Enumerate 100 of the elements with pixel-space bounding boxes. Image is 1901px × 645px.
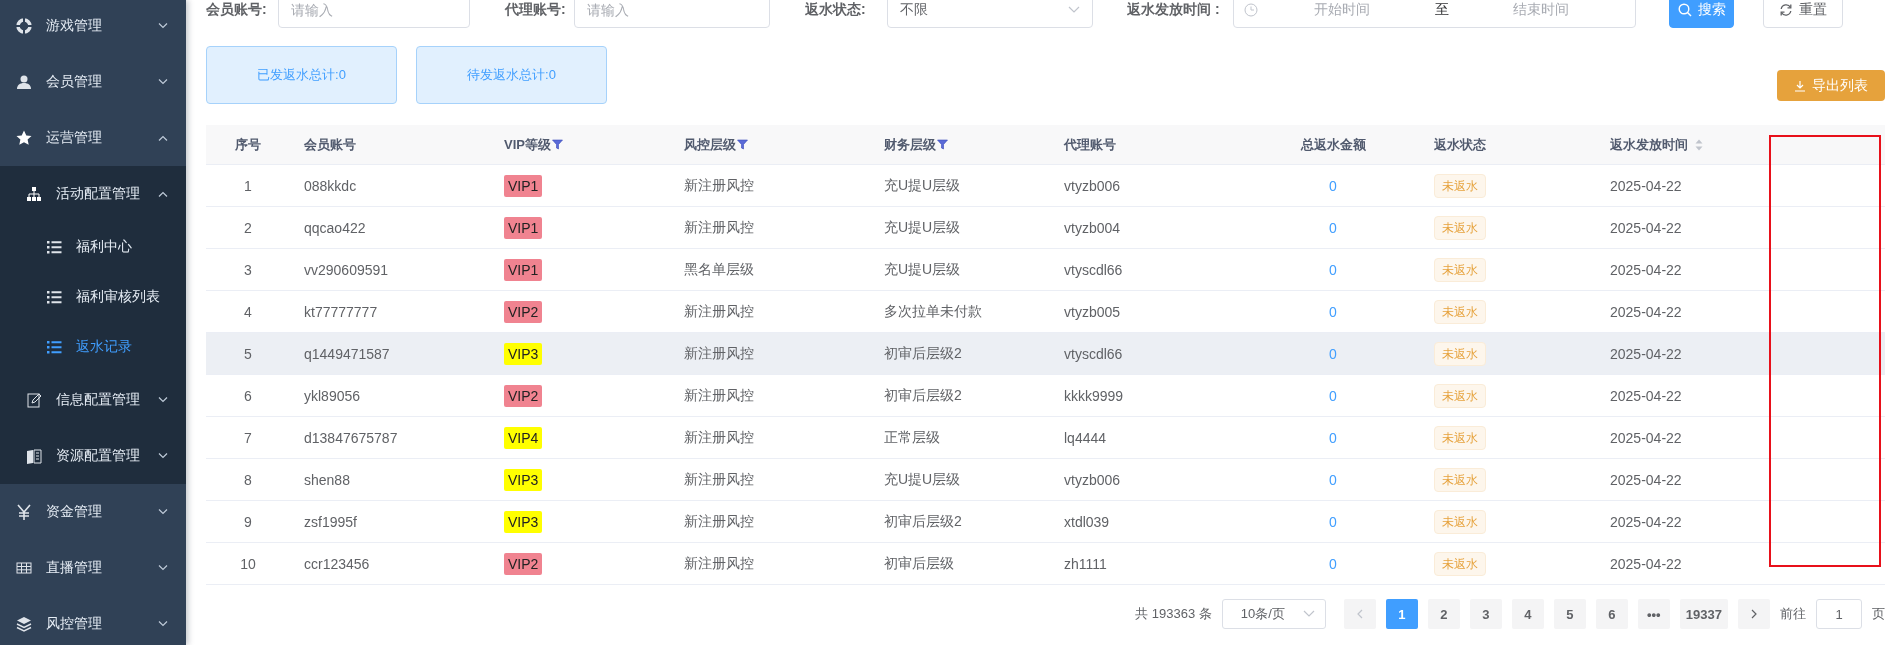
menu-item[interactable]: 信息配置管理 [0, 372, 186, 428]
table-cell-text: vtyscdl66 [1063, 345, 1124, 362]
status-tag: 未返水 [1434, 299, 1486, 324]
vip-tag: VIP2 [504, 552, 543, 575]
table-cell-text: 充U提U层级 [883, 260, 962, 279]
goto-label: 前往 [1780, 605, 1806, 623]
amount-link[interactable]: 0 [1329, 555, 1337, 572]
date-range-field[interactable]: 开始时间 至 结束时间 [1233, 0, 1636, 28]
total-count: 共 193363 条 [1135, 605, 1212, 623]
table-cell-text: 初审后层级2 [883, 512, 963, 531]
menu-item[interactable]: 会员管理 [0, 54, 186, 110]
table-cell-text: ykl89056 [303, 387, 362, 404]
table-cell-text: d13847675787 [303, 429, 399, 446]
page-button[interactable]: 4 [1511, 599, 1544, 629]
table-cell-text: 2 [243, 219, 253, 236]
menu-item[interactable]: 福利审核列表 [0, 272, 186, 322]
column-header: 总返水金额 [1300, 135, 1366, 154]
vip-tag: VIP3 [504, 468, 543, 491]
page-button[interactable]: 5 [1553, 599, 1586, 629]
amount-link[interactable]: 0 [1329, 387, 1337, 404]
menu-item[interactable]: 福利中心 [0, 222, 186, 272]
menu-item[interactable]: 游戏管理 [0, 0, 186, 54]
table-cell-text: 5 [243, 345, 253, 362]
previous-page-button[interactable] [1343, 599, 1376, 629]
menu-item[interactable]: 资源配置管理 [0, 428, 186, 484]
table-cell-text: vtyzb005 [1063, 303, 1122, 320]
status-tag: 未返水 [1434, 341, 1486, 366]
table-cell-text: kkkk9999 [1063, 387, 1125, 404]
table-cell-text: ccr123456 [303, 555, 371, 572]
table-cell-text: xtdl039 [1063, 513, 1111, 530]
download-icon [1794, 79, 1806, 92]
amount-link[interactable]: 0 [1329, 429, 1337, 446]
amount-link[interactable]: 0 [1329, 513, 1337, 530]
page-button[interactable]: 6 [1595, 599, 1628, 629]
page-size-select[interactable]: 10条/页 [1221, 599, 1326, 629]
caret-icon [158, 453, 168, 459]
table-cell-text: vv290609591 [303, 261, 390, 278]
reset-button[interactable]: 重置 [1763, 0, 1843, 28]
list-icon [46, 289, 62, 305]
summary-card: 待发返水总计:0 [416, 46, 607, 104]
caret-icon [158, 23, 168, 29]
status-tag: 未返水 [1434, 215, 1486, 240]
table-cell-text: 初审后层级 [883, 554, 955, 573]
menu-item[interactable]: 返水记录 [0, 322, 186, 372]
vip-tag: VIP2 [504, 300, 543, 323]
chevron-right-icon [1750, 609, 1758, 619]
vip-tag: VIP1 [504, 216, 543, 239]
table-cell-text: 新注册风控 [683, 302, 755, 321]
lifebuoy-icon [16, 18, 32, 34]
input-field[interactable]: 请输入 [574, 0, 770, 28]
table-cell-text: 2025-04-22 [1609, 387, 1683, 404]
filter-label: 返水状态: [805, 1, 867, 19]
vip-tag: VIP3 [504, 342, 543, 365]
table-cell-text: 新注册风控 [683, 428, 755, 447]
column-header: 返水状态 [1434, 135, 1486, 154]
page-button[interactable]: 3 [1469, 599, 1502, 629]
table-cell-text: 8 [243, 471, 253, 488]
input-field[interactable]: 请输入 [278, 0, 470, 28]
page-button[interactable]: ••• [1637, 599, 1670, 629]
table-cell-text: 7 [243, 429, 253, 446]
page-input[interactable]: 1 [1816, 599, 1862, 629]
column-header: VIP等级 [504, 135, 551, 154]
page-button[interactable]: 19337 [1679, 599, 1728, 629]
column-header: 会员账号 [304, 135, 356, 154]
menu-item[interactable]: 风控管理 [0, 596, 186, 645]
amount-link[interactable]: 0 [1329, 261, 1337, 278]
table-cell-text: 2025-04-22 [1609, 303, 1683, 320]
status-tag: 未返水 [1434, 425, 1486, 450]
table-cell-text: 充U提U层级 [883, 176, 962, 195]
caret-icon [158, 135, 168, 141]
caret-icon [158, 565, 168, 571]
table-cell-text: 新注册风控 [683, 554, 755, 573]
vip-tag: VIP1 [504, 174, 543, 197]
table-cell-text: 正常层级 [883, 428, 941, 447]
amount-link[interactable]: 0 [1329, 303, 1337, 320]
menu-item[interactable]: 直播管理 [0, 540, 186, 596]
next-page-button[interactable] [1738, 599, 1770, 629]
vip-tag: VIP2 [504, 384, 543, 407]
menu-item[interactable]: 活动配置管理 [0, 166, 186, 222]
chevron-down-icon [1302, 610, 1315, 618]
table-cell-text: 2025-04-22 [1609, 345, 1683, 362]
amount-link[interactable]: 0 [1329, 471, 1337, 488]
menu-item[interactable]: 运营管理 [0, 110, 186, 166]
filter-label: 代理账号: [505, 1, 567, 19]
chevron-left-icon [1356, 609, 1364, 619]
select-field[interactable]: 不限 [887, 0, 1093, 28]
status-tag: 未返水 [1434, 257, 1486, 282]
menu-item[interactable]: 资金管理 [0, 484, 186, 540]
table-cell-text: 新注册风控 [683, 176, 755, 195]
table-cell-text: 2025-04-22 [1609, 513, 1683, 530]
table-cell-text: vtyzb006 [1063, 177, 1122, 194]
sitemap-icon [26, 186, 42, 202]
column-header: 风控层级 [684, 135, 736, 154]
caret-icon [158, 191, 168, 197]
amount-link[interactable]: 0 [1329, 219, 1337, 236]
status-tag: 未返水 [1434, 551, 1486, 576]
layers-icon [16, 616, 32, 632]
page-button[interactable]: 2 [1427, 599, 1460, 629]
table-cell-text: 新注册风控 [683, 512, 755, 531]
amount-link[interactable]: 0 [1329, 177, 1337, 194]
